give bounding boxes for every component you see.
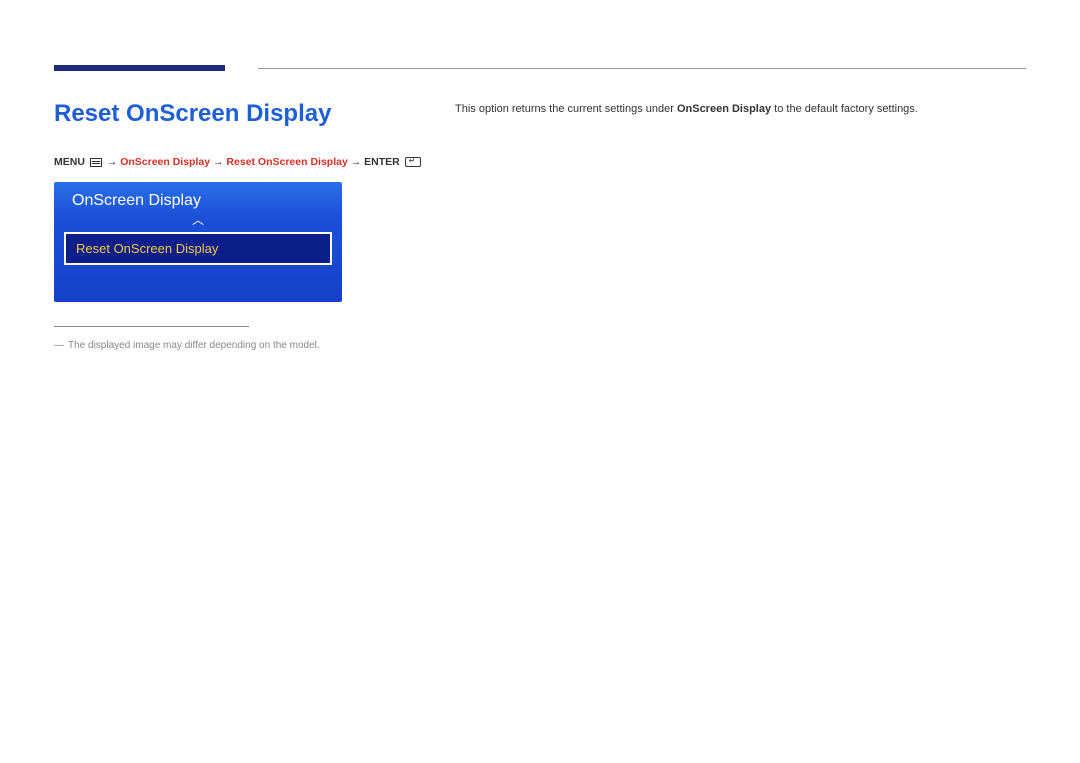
osd-panel: OnScreen Display ︿ Reset OnScreen Displa…: [54, 182, 342, 302]
osd-panel-title: OnScreen Display: [54, 182, 342, 214]
breadcrumb-arrow-1: →: [107, 156, 120, 168]
breadcrumb-arrow-2: →: [213, 156, 226, 168]
chevron-up-icon[interactable]: ︿: [54, 214, 342, 230]
breadcrumb-menu: MENU: [54, 156, 85, 168]
breadcrumb-arrow-3: →: [351, 156, 364, 168]
description-bold: OnScreen Display: [677, 103, 771, 115]
footnote-divider: [54, 326, 249, 327]
breadcrumb: MENU → OnScreen Display → Reset OnScreen…: [54, 156, 421, 168]
horizontal-rule: [258, 68, 1026, 69]
breadcrumb-item-2: Reset OnScreen Display: [226, 156, 347, 168]
page-title: Reset OnScreen Display: [54, 100, 331, 128]
description-prefix: This option returns the current settings…: [455, 103, 677, 115]
breadcrumb-item-1: OnScreen Display: [120, 156, 210, 168]
menu-icon: [90, 158, 102, 167]
description-suffix: to the default factory settings.: [771, 103, 918, 115]
footnote-text: The displayed image may differ depending…: [68, 340, 320, 351]
osd-selected-item[interactable]: Reset OnScreen Display: [64, 232, 332, 265]
enter-icon: [405, 157, 421, 167]
footnote-dash: ―: [54, 340, 64, 351]
footnote: ― The displayed image may differ dependin…: [54, 340, 320, 351]
description-text: This option returns the current settings…: [455, 103, 918, 115]
accent-bar: [54, 65, 225, 71]
breadcrumb-enter: ENTER: [364, 156, 400, 168]
